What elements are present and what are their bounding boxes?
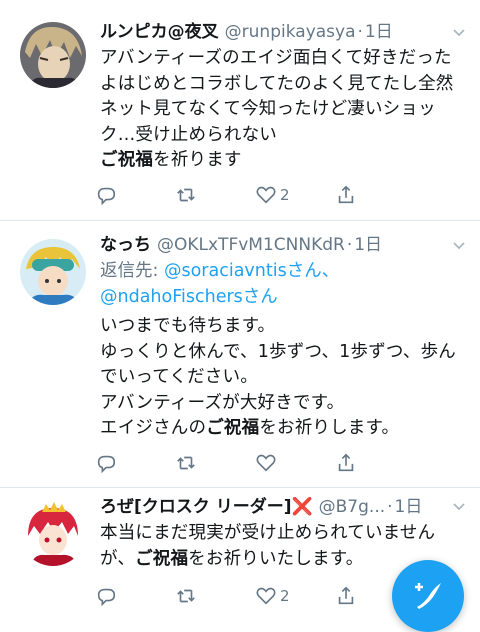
bold-text: ご祝福 (135, 548, 189, 569)
display-name[interactable]: なっち (100, 234, 151, 256)
tweet-header: ろぜ[クロスク リーダー] ❌ @B7g... · 1日 (100, 496, 468, 518)
tweet-line: ク…受け止められない (100, 124, 277, 145)
mention-link[interactable]: @soraciavntis (164, 261, 287, 281)
tweet-line: いつまでも待ちます。 (100, 316, 276, 336)
compose-tweet-button[interactable] (392, 560, 464, 632)
tweet-actions: 2 (95, 583, 415, 609)
reply-context: @ndahoFischersさん (100, 285, 468, 311)
tweet-line: ゆっくりと休んで、1歩ずつ、1歩ずつ、歩ん (100, 341, 456, 362)
separator-dot: · (387, 497, 393, 517)
share-icon (338, 586, 354, 605)
chevron-down-icon[interactable] (452, 239, 466, 253)
tweet-2[interactable]: なっち @OKLxTFvM1CNNKdR · 1日 返信先: @soraciav… (0, 221, 480, 488)
display-name[interactable]: ろぜ[クロスク リーダー] (100, 496, 291, 518)
retweet-button[interactable] (175, 182, 255, 208)
chevron-down-icon[interactable] (452, 26, 466, 40)
avatar[interactable] (20, 22, 86, 88)
like-count: 2 (280, 186, 290, 204)
tweet-1[interactable]: ルンピカ@夜叉 @runpikayasya · 1日 アバンティーズのエイジ面白… (0, 0, 480, 221)
mention-link[interactable]: @ndahoFischers (100, 287, 243, 307)
timestamp[interactable]: 1日 (395, 496, 423, 518)
tweet-text: いつまでも待ちます。 ゆっくりと休んで、1歩ずつ、1歩ずつ、歩ん でいってくださ… (100, 314, 468, 442)
tweet-line: よはじめとコラボしてたのよく見てたし全然 (100, 73, 454, 94)
reply-button[interactable] (95, 450, 175, 476)
compose-icon (415, 583, 441, 609)
tweet-text-part: をお祈りします。 (259, 418, 400, 438)
heart-icon (256, 186, 276, 204)
tweet-line: 本当にまだ現実が受け止められていません (100, 523, 436, 543)
tweet-line: アバンティーズが大好きです。 (100, 392, 345, 413)
like-button[interactable]: 2 (255, 182, 335, 208)
reply-joiner: さん (242, 286, 278, 307)
separator-dot: · (357, 22, 363, 42)
user-handle[interactable]: @B7g... (319, 496, 385, 518)
tweet-line: ネット見てなくて今知ったけど凄いショッ (100, 99, 436, 119)
user-handle[interactable]: @OKLxTFvM1CNNKdR (157, 234, 345, 256)
bold-text: ご祝福 (206, 418, 260, 438)
like-button[interactable]: 2 (255, 583, 335, 609)
tweet-actions (95, 450, 415, 476)
heart-icon (256, 587, 276, 605)
tweet-line: アバンティーズのエイジ面白くて好きだった (100, 48, 452, 68)
like-button[interactable] (255, 450, 335, 476)
reply-icon (97, 455, 116, 474)
tweet-text-part: をお祈りいたします。 (188, 548, 364, 569)
reply-prefix: 返信先: (100, 261, 164, 281)
retweet-button[interactable] (175, 583, 255, 609)
retweet-icon (177, 456, 195, 470)
reply-context: 返信先: @soraciavntisさん、 (100, 259, 468, 285)
share-icon (338, 453, 354, 472)
share-icon (338, 185, 354, 204)
tweet-text-part: が、 (100, 548, 136, 569)
like-count: 2 (280, 587, 290, 605)
tweet-header: ルンピカ@夜叉 @runpikayasya · 1日 (100, 21, 468, 43)
reply-button[interactable] (95, 583, 175, 609)
reply-joiner: さん、 (286, 261, 340, 281)
tweet-text: アバンティーズのエイジ面白くて好きだった よはじめとコラボしてたのよく見てたし全… (100, 46, 468, 174)
reply-icon (97, 187, 116, 206)
retweet-icon (177, 188, 195, 202)
retweet-icon (177, 589, 195, 603)
share-button[interactable] (335, 450, 415, 476)
tweet-text-part: エイジさんの (100, 418, 207, 438)
display-name[interactable]: ルンピカ@夜叉 (100, 21, 219, 43)
reply-button[interactable] (95, 182, 175, 208)
tweet-line: ご祝福を祈ります (100, 148, 468, 174)
red-cross-mark: ❌ (291, 497, 313, 517)
heart-icon (256, 454, 276, 472)
bold-text: ご祝福 (100, 150, 154, 170)
tweet-header: なっち @OKLxTFvM1CNNKdR · 1日 (100, 234, 468, 256)
reply-icon (97, 588, 116, 607)
user-handle[interactable]: @runpikayasya (225, 21, 356, 43)
separator-dot: · (346, 235, 353, 255)
avatar[interactable] (20, 500, 86, 566)
tweet-text-part: を祈ります (153, 150, 242, 170)
share-button[interactable] (335, 182, 415, 208)
chevron-down-icon[interactable] (452, 500, 466, 514)
retweet-button[interactable] (175, 450, 255, 476)
tweet-line: でいってください。 (100, 367, 258, 387)
timestamp[interactable]: 1日 (354, 234, 382, 256)
tweet-line: エイジさんのご祝福をお祈りします。 (100, 416, 468, 442)
tweet-actions: 2 (95, 182, 415, 208)
timestamp[interactable]: 1日 (365, 21, 393, 43)
avatar[interactable] (20, 239, 86, 305)
